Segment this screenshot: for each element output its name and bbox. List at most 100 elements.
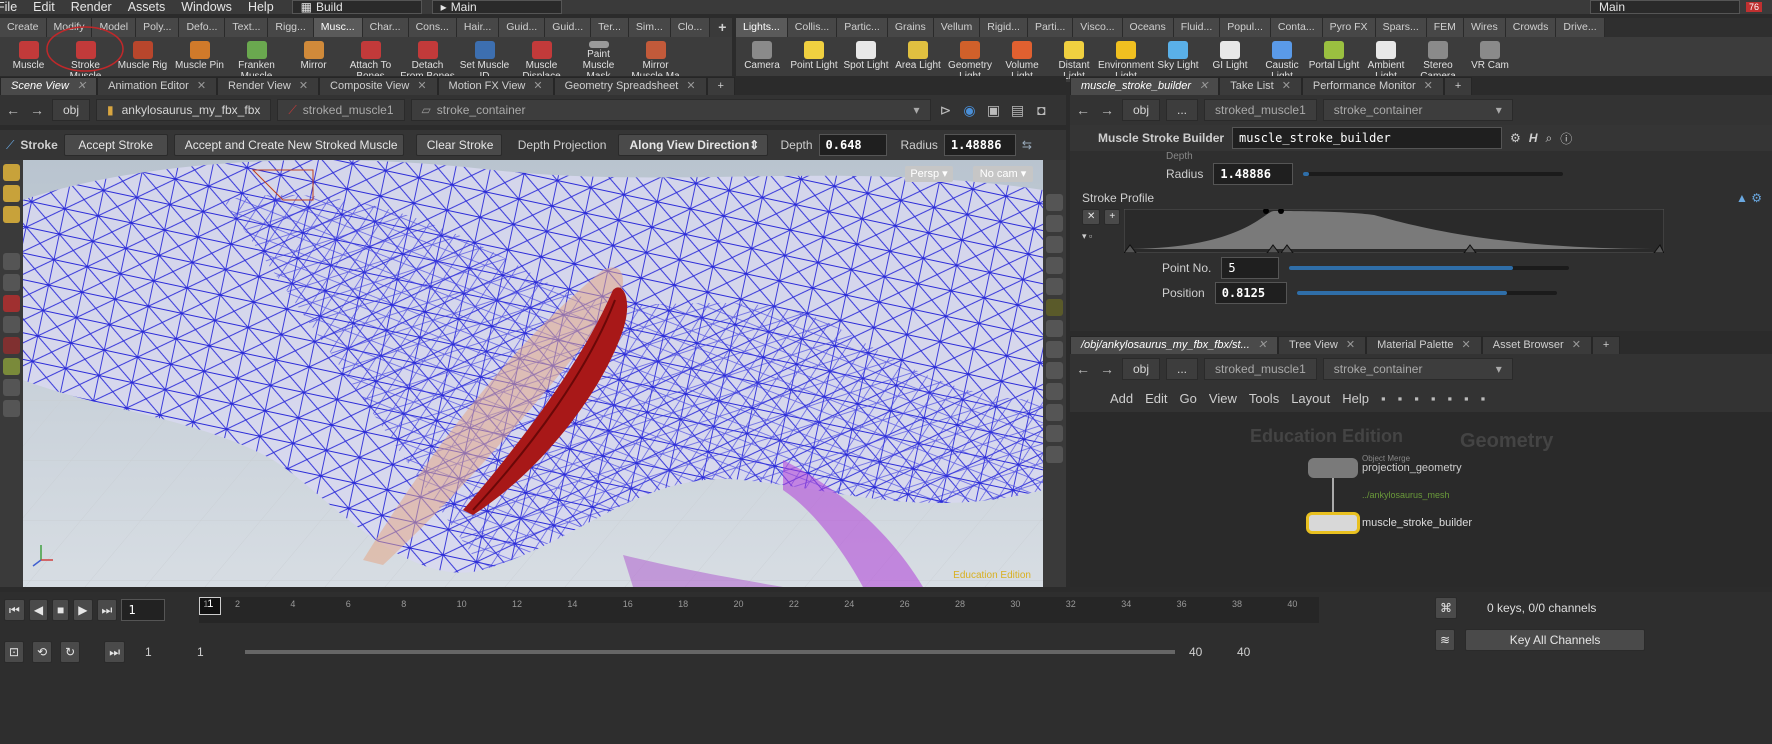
view-icon[interactable] (3, 316, 20, 333)
shelf-tab-right-3[interactable]: Grains (887, 18, 934, 37)
close-icon[interactable]: ✕ (299, 80, 308, 92)
close-icon[interactable]: ✕ (1572, 339, 1581, 351)
shelf-add-tab-icon[interactable]: + (710, 18, 732, 37)
info-icon[interactable]: ⓘ (1560, 130, 1572, 147)
shelf-tab-6[interactable]: Rigg... (268, 18, 314, 37)
close-icon[interactable]: ✕ (533, 80, 542, 92)
display-icon[interactable]: ▤ (1009, 101, 1027, 119)
close-icon[interactable]: ✕ (1282, 80, 1291, 92)
vector-icon[interactable] (1046, 425, 1063, 442)
pane-tab-left_pane_tabs-3[interactable]: Composite View ✕ (319, 77, 438, 95)
shelf-tab-3[interactable]: Poly... (136, 18, 180, 37)
number-icon[interactable] (1046, 446, 1063, 463)
pane-tab-left_pane_tabs-5[interactable]: Geometry Spreadsheet ✕ (553, 77, 707, 95)
muscle-stroke-builder-node[interactable] (1306, 512, 1360, 534)
frame-icon[interactable] (1046, 215, 1063, 232)
depth-field[interactable]: 0.648 (818, 134, 887, 156)
camera-menu[interactable]: No cam ▾ (973, 166, 1033, 182)
record-icon[interactable] (3, 337, 20, 354)
right-desktop-selector[interactable]: Main (1589, 0, 1740, 14)
close-icon[interactable]: ✕ (1346, 339, 1355, 351)
select-icon[interactable] (3, 164, 20, 181)
shelf-tab-right-13[interactable]: Spars... (1375, 18, 1427, 37)
build-desktop-selector[interactable]: ▦ Build (291, 0, 422, 14)
shelf-tab-right-6[interactable]: Parti... (1027, 18, 1074, 37)
display-options-icon[interactable] (1046, 341, 1063, 358)
close-icon[interactable]: ✕ (1258, 339, 1267, 351)
scene-viewport[interactable]: Persp ▾ No cam ▾ Education Edition (23, 160, 1043, 587)
shelf-tab-right-12[interactable]: Pyro FX (1322, 18, 1376, 37)
shelf-tab-7[interactable]: Musc... (313, 18, 363, 37)
gear-icon[interactable]: ⚙ (1510, 131, 1521, 145)
depth-projection-select[interactable]: Along View Direction ⇕ (618, 134, 769, 156)
ghost-icon[interactable] (1046, 257, 1063, 274)
play-icon[interactable]: ▶ (73, 599, 93, 621)
network-menu-1[interactable]: Edit (1145, 391, 1167, 406)
camera-icon[interactable]: ◘ (1033, 101, 1051, 119)
pane-tab-left_pane_tabs-1[interactable]: Animation Editor ✕ (97, 77, 218, 95)
ramp-options-icon[interactable]: ▲ ⚙ (1736, 191, 1762, 205)
shelf-tab-11[interactable]: Guid... (499, 18, 546, 37)
network-menu-6[interactable]: Help (1342, 391, 1369, 406)
pane-tab-network_tabs-1[interactable]: Tree View ✕ (1277, 336, 1367, 354)
shelf-tab-4[interactable]: Defo... (179, 18, 226, 37)
clear-stroke-button[interactable]: Clear Stroke (415, 134, 502, 156)
play-reverse-icon[interactable]: ◀ (28, 599, 49, 621)
realtime-icon[interactable]: ⟲ (32, 641, 53, 663)
close-icon[interactable]: ✕ (686, 80, 695, 92)
move-icon[interactable] (3, 185, 20, 202)
param-path-stroke-container[interactable]: stroke_container ▾ (1322, 99, 1513, 121)
node-name-field[interactable]: muscle_stroke_builder (1232, 127, 1503, 149)
cube-icon[interactable]: ▣ (985, 101, 1003, 119)
rotate-icon[interactable] (3, 206, 20, 223)
pane-tab-right_top_tabs-2[interactable]: Performance Monitor ✕ (1301, 77, 1444, 95)
stroke-profile-ramp[interactable] (1124, 209, 1665, 253)
shelf-tab-right-9[interactable]: Fluid... (1173, 18, 1221, 37)
param-path-obj[interactable]: obj (1122, 99, 1161, 121)
radius-slider[interactable] (1303, 172, 1564, 176)
accept-create-button[interactable]: Accept and Create New Stroked Muscle (173, 134, 404, 156)
paint-icon[interactable] (3, 358, 20, 375)
net-path-dots[interactable]: ... (1166, 358, 1199, 380)
shelf-tab-0[interactable]: Create (0, 18, 47, 37)
close-icon[interactable]: ✕ (417, 80, 426, 92)
wrench-icon[interactable]: ▪ (1381, 391, 1386, 406)
net-path-stroke-container[interactable]: stroke_container ▾ (1322, 358, 1513, 380)
shelf-tab-right-2[interactable]: Partic... (837, 18, 888, 37)
lock-icon[interactable] (3, 274, 20, 291)
tree-icon[interactable]: ▪ (1447, 391, 1452, 406)
network-menu-3[interactable]: View (1209, 391, 1237, 406)
current-frame-field[interactable]: 1 (121, 599, 166, 621)
pane-tab-right_top_tabs-1[interactable]: Take List ✕ (1219, 77, 1302, 95)
expand-icon[interactable]: ▾ ▫ (1082, 231, 1120, 242)
grid-snap-icon[interactable] (3, 400, 20, 417)
shelf-tab-right-11[interactable]: Conta... (1270, 18, 1323, 37)
layout-icon[interactable]: ▪ (1398, 391, 1403, 406)
forward-icon[interactable]: → (1098, 360, 1116, 378)
close-icon[interactable]: ✕ (77, 80, 86, 92)
param-path-dots[interactable]: ... (1166, 99, 1199, 121)
close-icon[interactable]: ✕ (1199, 80, 1208, 92)
accept-stroke-button[interactable]: Accept Stroke (63, 134, 168, 156)
lock-camera-icon[interactable] (1046, 236, 1063, 253)
channel-icon[interactable]: ≋ (1435, 629, 1456, 651)
back-icon[interactable]: ← (1074, 360, 1092, 378)
close-icon[interactable]: ✕ (1424, 80, 1433, 92)
menu-file[interactable]: File (0, 0, 25, 14)
shelf-tab-right-5[interactable]: Rigid... (980, 18, 1028, 37)
range-end[interactable]: 40 (1189, 645, 1229, 659)
timeline-ruler[interactable]: 1 1 2 4 6 8 10 12 14 16 18 20 22 24 26 28 30 32 34 36 38 40 (199, 597, 1320, 623)
step-icon[interactable]: ⏭ (104, 641, 125, 663)
shelf-tab-14[interactable]: Sim... (628, 18, 671, 37)
close-icon[interactable]: ✕ (197, 80, 206, 92)
pane-tab-right_top_tabs-0[interactable]: muscle_stroke_builder ✕ (1070, 77, 1220, 95)
network-menu-5[interactable]: Layout (1291, 391, 1330, 406)
shelf-tab-right-4[interactable]: Vellum (933, 18, 981, 37)
link-icon[interactable]: ◉ (961, 101, 979, 119)
help-icon[interactable]: H (1529, 131, 1538, 145)
wire-icon[interactable] (1046, 362, 1063, 379)
shelf-tab-13[interactable]: Ter... (591, 18, 629, 37)
radius-field[interactable]: 1.48886 (943, 134, 1016, 156)
key-all-channels-button[interactable]: Key All Channels (1465, 629, 1646, 651)
shelf-tab-right-8[interactable]: Oceans (1122, 18, 1174, 37)
